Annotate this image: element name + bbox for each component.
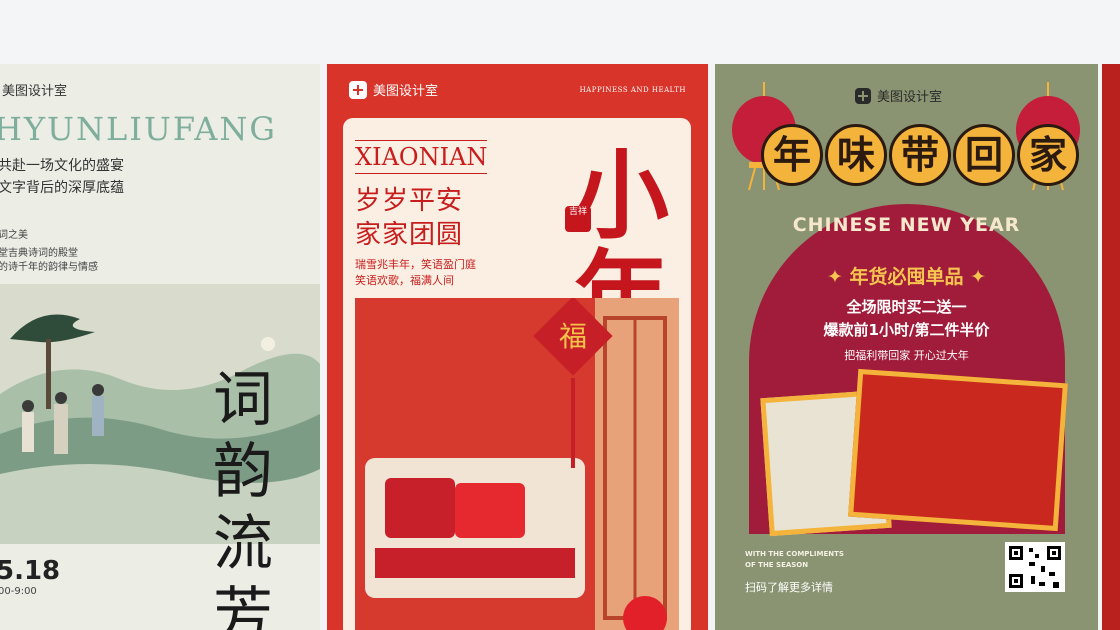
brand-label: 美图设计室 [2,84,68,99]
brand-label: 美图设计室 [877,90,943,105]
vertical-title: 词韵流芳 [213,365,273,630]
latin-title: HYUNLIUFANG [0,110,277,148]
footer-line-2: OF THE SEASON [745,561,809,569]
goods-heading: ✦ 年货必囤单品 ✦ [826,266,987,288]
subtitle-line-2: 文字背后的深厚底蕴 [0,180,124,196]
title-char: 家 [1017,124,1079,186]
brand: 美图设计室 [349,80,438,99]
qr-code [1005,542,1065,592]
event-date: 5.18 [0,556,61,586]
title-char: 年 [761,124,823,186]
small-text-2: 堂吉典诗词的殿堂 [0,248,78,259]
footer-line-1: WITH THE COMPLIMENTS [745,550,844,558]
svg-text:福: 福 [559,320,587,353]
poster-title: 年 味 带 回 家 [761,124,1079,186]
title-char: 带 [889,124,951,186]
brand-logo-icon [349,80,367,99]
title-char: 回 [953,124,1015,186]
brand-label: 美图设计室 [373,84,439,99]
brand-logo-icon [855,87,871,104]
event-time: 00-9:00 [0,586,37,597]
tagline: HAPPINESS AND HEALTH [579,86,686,94]
poster-panel: XIAONIAN 岁岁平安 家家团圆 瑞雪兆丰年，笑语盈门庭 笑语欢歌，福满人间… [343,118,691,630]
paragraph-2: 笑语欢歌，福满人间 [355,274,454,287]
top-bar [0,0,1120,64]
peach-bun-photo [848,368,1068,532]
template-card-xiaonian[interactable]: 美图设计室 HAPPINESS AND HEALTH XIAONIAN 岁岁平安… [327,64,708,630]
small-text-3: 的诗千年的韵律与情感 [0,262,98,273]
template-card-partial[interactable] [1102,64,1120,630]
paragraph-1: 瑞雪兆丰年，笑语盈门庭 [355,258,476,271]
small-text-1: 词之美 [0,230,28,241]
offer-line-3: 把福利带回家 开心过大年 [844,349,969,362]
offer-line-2: 爆款前1小时/第二件半价 [823,321,990,339]
title-char: 味 [825,124,887,186]
heading-1: 岁岁平安 [355,186,464,216]
brand: 美图设计室 [855,86,942,105]
room-photo: 福 [355,298,679,630]
template-card-ci-yun-liu-fang[interactable]: 美图设计室 HYUNLIUFANG 共赴一场文化的盛宴 文字背后的深厚底蕴 词之… [0,64,320,630]
heading-2: 家家团圆 [355,220,464,250]
template-card-new-year-goods[interactable]: 美图设计室 年 味 带 回 家 CHINESE NEW YEAR ✦ 年货必囤单… [715,64,1098,630]
scan-text: 扫码了解更多详情 [745,581,833,594]
cny-banner: CHINESE NEW YEAR [792,214,1021,236]
seal-stamp: 吉祥 [565,206,591,232]
subtitle-line-1: 共赴一场文化的盛宴 [0,158,124,174]
offer-line-1: 全场限时买二送一 [846,298,967,316]
latin-title: XIAONIAN [355,140,488,174]
